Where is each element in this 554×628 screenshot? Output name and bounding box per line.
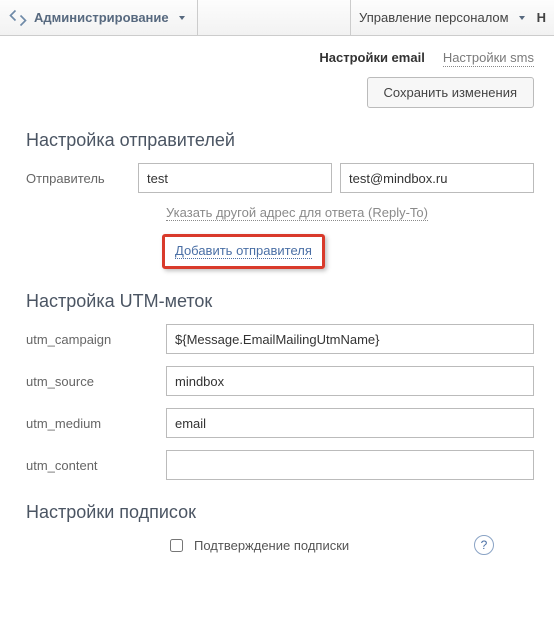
truncated-menu-label: Н [537,10,546,25]
admin-menu[interactable]: Администрирование [0,0,198,35]
tab-email[interactable]: Настройки email [319,50,424,66]
chevron-down-icon [519,16,525,20]
confirm-subscription-checkbox[interactable] [170,539,183,552]
add-sender-highlight: Добавить отправителя [162,234,325,269]
logo-icon [8,8,28,28]
subs-heading: Настройки подписок [26,502,534,523]
utm-campaign-label: utm_campaign [26,332,166,347]
chevron-down-icon [179,16,185,20]
utm-source-input[interactable] [166,366,534,396]
topbar: Администрирование Управление персоналом … [0,0,554,36]
utm-content-input[interactable] [166,450,534,480]
reply-to-link[interactable]: Указать другой адрес для ответа (Reply-T… [166,205,428,221]
right-menu-label: Управление персоналом [359,10,509,25]
sender-email-input[interactable] [340,163,534,193]
right-menu[interactable]: Управление персоналом Н [350,0,554,35]
admin-label: Администрирование [34,10,169,25]
tabs: Настройки email Настройки sms [26,50,534,67]
utm-heading: Настройка UTM-меток [26,291,534,312]
save-button[interactable]: Сохранить изменения [367,77,535,108]
utm-medium-input[interactable] [166,408,534,438]
sender-label: Отправитель [26,171,138,186]
utm-content-label: utm_content [26,458,166,473]
utm-medium-label: utm_medium [26,416,166,431]
add-sender-link[interactable]: Добавить отправителя [175,243,312,259]
confirm-subscription-label: Подтверждение подписки [194,538,349,553]
utm-campaign-input[interactable] [166,324,534,354]
help-icon[interactable]: ? [474,535,494,555]
utm-source-label: utm_source [26,374,166,389]
content: Настройки email Настройки sms Сохранить … [0,36,554,575]
senders-heading: Настройка отправителей [26,130,534,151]
sender-name-input[interactable] [138,163,332,193]
tab-sms[interactable]: Настройки sms [443,50,534,67]
